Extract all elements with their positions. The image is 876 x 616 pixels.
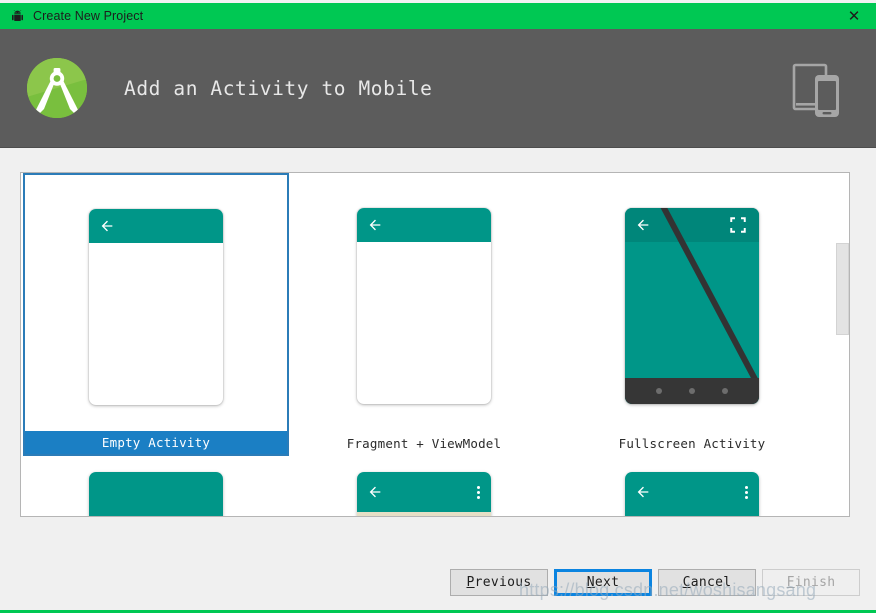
template-row — [21, 456, 849, 516]
nav-dot-icon — [656, 388, 663, 395]
template-thumbnail — [559, 173, 825, 431]
next-button[interactable]: Next — [554, 568, 652, 596]
template-card-fragment-viewmodel[interactable]: Fragment + ViewModel — [291, 173, 557, 456]
template-thumbnail — [291, 456, 557, 516]
template-card-label: Fullscreen Activity — [618, 436, 766, 452]
fullscreen-expand-icon — [729, 216, 747, 234]
template-card-fullscreen-activity[interactable]: Fullscreen Activity — [559, 173, 825, 456]
finish-button: Finish — [762, 568, 860, 596]
scrollbar-thumb[interactable] — [836, 243, 849, 335]
template-list-scrollbar[interactable] — [836, 173, 849, 516]
template-card-row2-2[interactable] — [291, 456, 557, 516]
back-arrow-icon — [367, 217, 383, 233]
overflow-menu-icon — [477, 485, 480, 499]
page-title: Add an Activity to Mobile — [124, 76, 433, 100]
template-row: Empty Activity Fragment + ViewModel Full… — [21, 173, 849, 456]
template-thumbnail — [559, 456, 825, 516]
template-card-row2-3[interactable] — [559, 456, 825, 516]
phone-preview — [625, 472, 759, 516]
dialog-titlebar: Create New Project ✕ — [0, 3, 876, 29]
phone-preview — [89, 472, 223, 516]
template-card-frame — [559, 173, 825, 431]
template-card-empty-activity[interactable]: Empty Activity — [23, 173, 289, 456]
template-thumbnail — [25, 175, 287, 431]
close-icon[interactable]: ✕ — [832, 3, 876, 29]
previous-button[interactable]: Previous — [450, 568, 548, 596]
template-card-frame — [559, 456, 825, 516]
preview-content-area — [357, 512, 491, 516]
dialog-header: Add an Activity to Mobile — [0, 29, 876, 148]
dialog-body: Empty Activity Fragment + ViewModel Full… — [0, 148, 876, 613]
cancel-button[interactable]: Cancel — [658, 568, 756, 596]
template-card-frame — [23, 173, 289, 432]
nav-dot-icon — [721, 388, 728, 395]
android-robot-icon — [8, 9, 26, 23]
preview-navigation-bar — [625, 378, 759, 405]
tablet-and-phone-icon — [782, 55, 848, 121]
phone-preview — [357, 472, 491, 516]
phone-preview — [625, 208, 759, 405]
back-arrow-icon — [635, 217, 651, 233]
preview-appbar — [89, 209, 223, 244]
template-card-frame — [291, 173, 557, 431]
template-card-frame — [23, 456, 289, 516]
create-new-project-dialog: Create New Project ✕ Add an Activity to … — [0, 3, 876, 613]
back-arrow-icon — [99, 218, 115, 234]
dialog-title: Create New Project — [33, 9, 144, 23]
window-bottom-edge — [0, 610, 876, 613]
template-card-label: Fragment + ViewModel — [346, 436, 502, 452]
template-thumbnail — [291, 173, 557, 431]
android-studio-logo — [20, 51, 94, 125]
template-card-frame — [291, 456, 557, 516]
activity-template-list[interactable]: Empty Activity Fragment + ViewModel Full… — [20, 172, 850, 517]
preview-appbar — [357, 208, 491, 243]
preview-appbar — [625, 208, 759, 243]
preview-appbar — [357, 472, 491, 512]
back-arrow-icon — [635, 484, 651, 500]
overflow-menu-icon — [745, 485, 748, 499]
phone-preview — [357, 208, 491, 405]
template-card-label: Empty Activity — [23, 431, 289, 456]
template-card-row2-1[interactable] — [23, 456, 289, 516]
template-thumbnail — [23, 456, 289, 516]
back-arrow-icon — [367, 484, 383, 500]
nav-dot-icon — [688, 388, 695, 395]
dialog-footer: Previous Next Cancel Finish — [0, 565, 876, 599]
template-grid: Empty Activity Fragment + ViewModel Full… — [21, 173, 849, 516]
preview-content-area — [625, 512, 759, 516]
preview-appbar — [625, 472, 759, 512]
preview-appbar — [89, 472, 223, 516]
phone-preview — [89, 209, 223, 406]
